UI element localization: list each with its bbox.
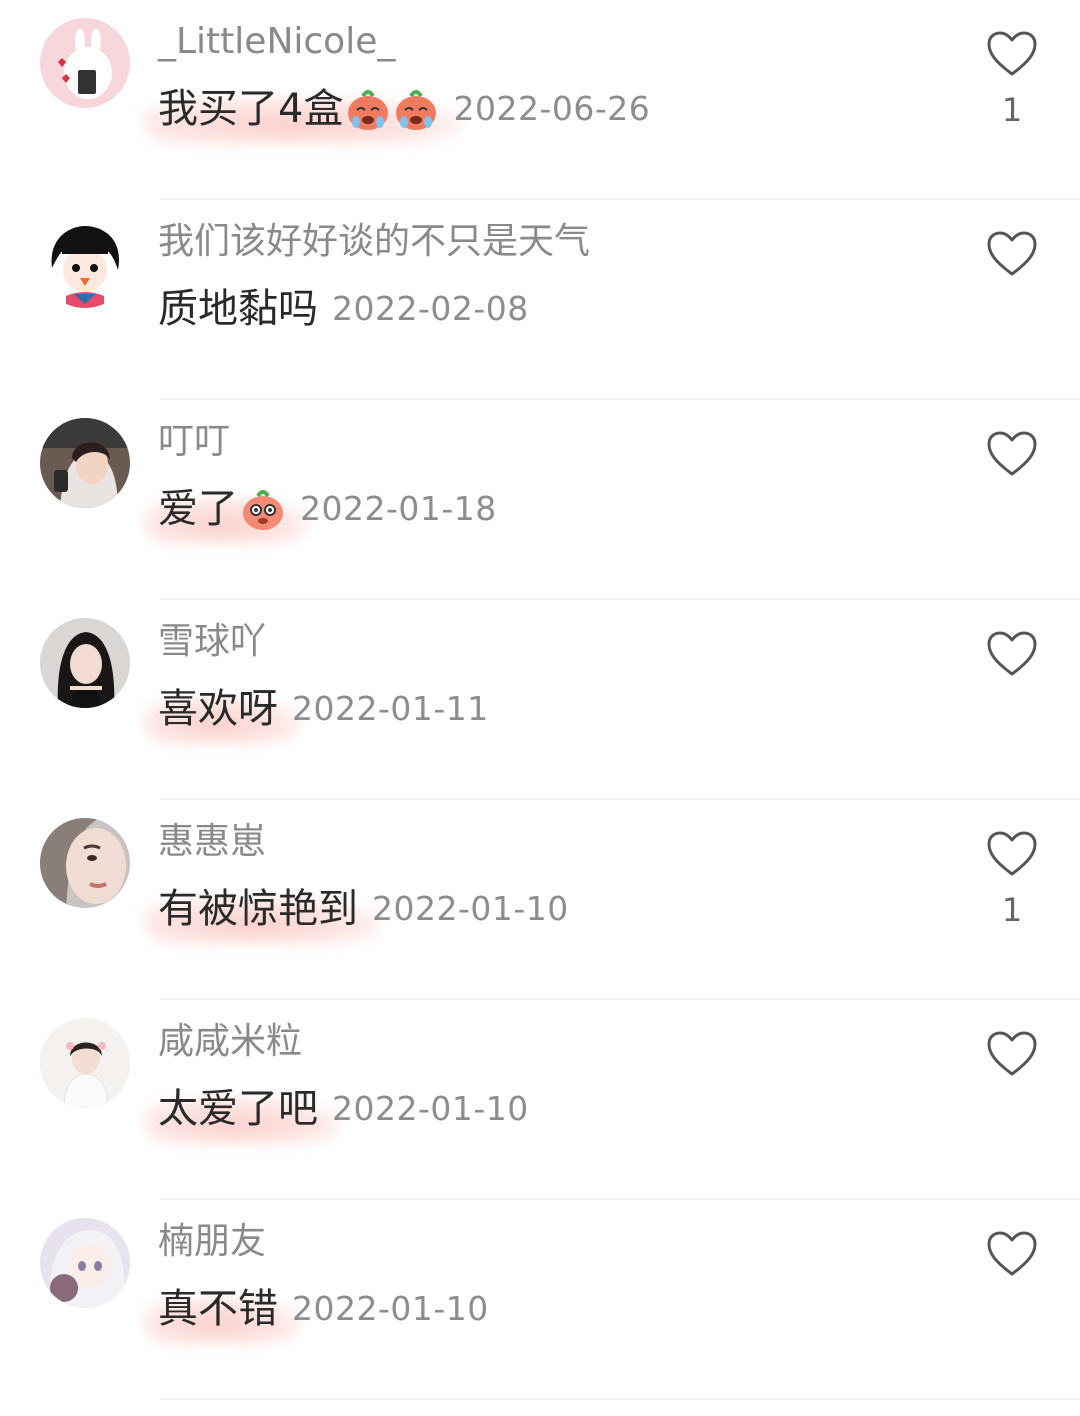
comment-text: 喜欢呀 [158,686,278,732]
comment-date: 2022-02-08 [332,289,529,328]
like-count: 1 [1001,891,1023,929]
cartoon-bunny-avatar[interactable] [40,18,130,108]
comment-item[interactable]: 咸咸米粒 太爱了吧 2022-01-10 [0,1000,1080,1200]
comment-item[interactable]: 惠惠崽 有被惊艳到 2022-01-10 1 [0,800,1080,1000]
heart-outline-icon[interactable] [986,230,1038,278]
username[interactable]: 我们该好好谈的不只是天气 [158,220,590,264]
user-photo-avatar[interactable] [40,1018,130,1108]
heart-outline-icon[interactable] [986,1230,1038,1278]
comment-date: 2022-01-10 [332,1089,529,1128]
comment-content: 爱了 2022-01-18 [144,484,497,544]
user-photo-avatar[interactable] [40,418,130,508]
comment-text: 我买了4盒 [158,86,344,132]
crying-radish-emoji [393,86,439,132]
comment-date: 2022-01-18 [300,489,497,528]
divider [160,1398,1080,1400]
heart-outline-icon[interactable] [986,430,1038,478]
user-photo-avatar[interactable] [40,618,130,708]
comment-content: 真不错 2022-01-10 [144,1284,489,1344]
user-photo-avatar[interactable] [40,818,130,908]
username[interactable]: _LittleNicole_ [158,20,395,64]
comment-item[interactable]: 楠朋友 真不错 2022-01-10 [0,1200,1080,1400]
username[interactable]: 叮叮 [158,420,230,464]
comment-content: 喜欢呀 2022-01-11 [144,684,489,744]
comment-item[interactable]: _LittleNicole_ 我买了4盒 2022-06-26 1 [0,0,1080,200]
heart-outline-icon[interactable] [986,1030,1038,1078]
heart-outline-icon[interactable] [986,30,1038,78]
comment-item[interactable]: 雪球吖 喜欢呀 2022-01-11 [0,600,1080,800]
comment-content: 我买了4盒 2022-06-26 [144,84,651,144]
comment-text: 太爱了吧 [158,1086,318,1132]
comment-text: 质地黏吗 [158,286,318,332]
heart-outline-icon[interactable] [986,830,1038,878]
comment-text: 有被惊艳到 [158,886,358,932]
username[interactable]: 咸咸米粒 [158,1020,302,1064]
like-count: 1 [1001,91,1023,129]
username[interactable]: 惠惠崽 [158,820,266,864]
anime-girl-avatar[interactable] [40,1218,130,1308]
comment-date: 2022-06-26 [453,89,651,128]
comment-content: 太爱了吧 2022-01-10 [144,1084,529,1144]
comment-content: 质地黏吗 2022-02-08 [158,284,529,334]
comment-text: 爱了 [158,486,238,532]
comment-date: 2022-01-10 [372,889,569,928]
comment-content: 有被惊艳到 2022-01-10 [144,884,569,944]
cartoon-girl-avatar[interactable] [40,218,130,308]
crying-radish-emoji [345,86,391,132]
comment-item[interactable]: 我们该好好谈的不只是天气 质地黏吗 2022-02-08 [0,200,1080,400]
comment-item[interactable]: 叮叮 爱了 2022-01-18 [0,400,1080,600]
username[interactable]: 楠朋友 [158,1220,266,1264]
comment-date: 2022-01-11 [292,689,489,728]
shy-radish-emoji [240,486,286,532]
comment-list: _LittleNicole_ 我买了4盒 2022-06-26 1 我们该好好谈… [0,0,1080,1416]
comment-text: 真不错 [158,1286,278,1332]
comment-date: 2022-01-10 [292,1289,489,1328]
username[interactable]: 雪球吖 [158,620,266,664]
heart-outline-icon[interactable] [986,630,1038,678]
